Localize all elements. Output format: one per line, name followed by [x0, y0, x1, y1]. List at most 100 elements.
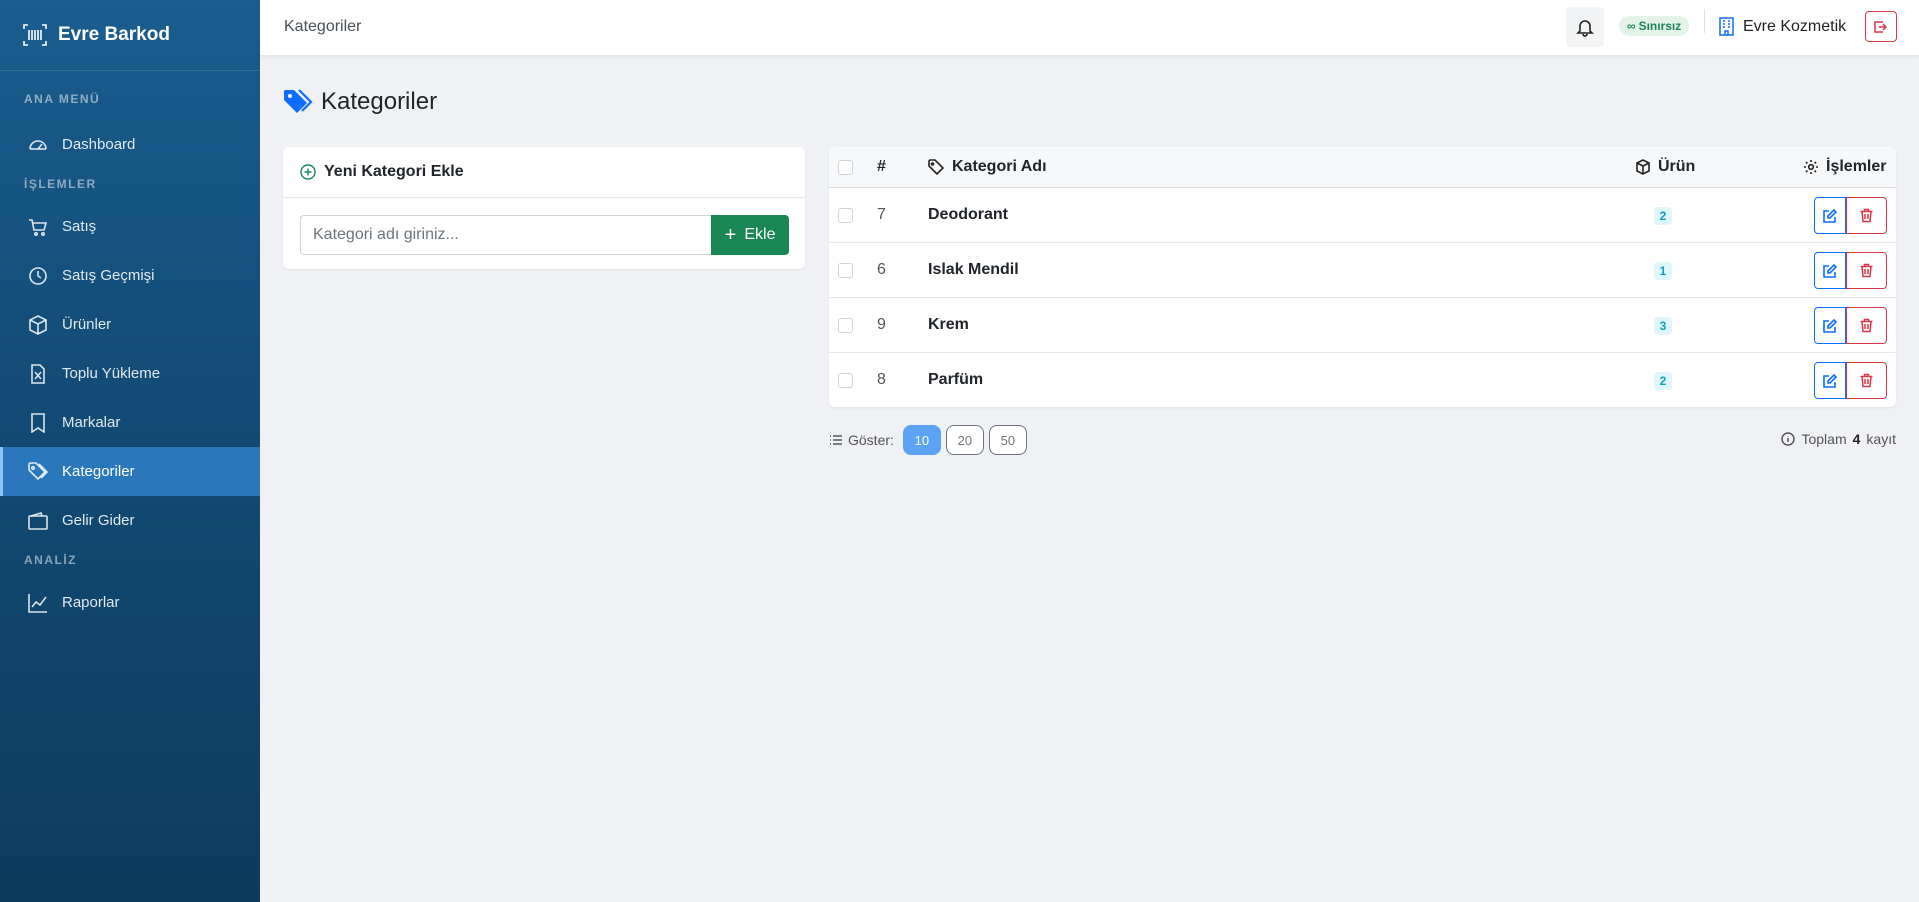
delete-button[interactable]: [1846, 252, 1887, 289]
company-selector[interactable]: Evre Kozmetik: [1718, 17, 1846, 36]
sidebar-item-label: Toplu Yükleme: [62, 365, 161, 382]
total-records: Toplam 4 kayıt: [1781, 431, 1896, 447]
row-id: 9: [877, 316, 886, 333]
column-header-actions-label: İşlemler: [1826, 158, 1887, 175]
barcode-icon: [23, 24, 47, 46]
edit-icon: [1823, 208, 1837, 223]
sidebar-item-label: Gelir Gider: [62, 512, 135, 529]
delete-button[interactable]: [1846, 197, 1887, 234]
product-count-badge: 2: [1654, 372, 1672, 390]
page-size-selector: Göster: 10 20 50: [829, 424, 1027, 456]
sidebar-item-bulk-upload[interactable]: Toplu Yükleme: [0, 349, 260, 398]
categories-table: # Kategori Adı Ürün İşlemler 7 Deodorant…: [829, 147, 1896, 407]
sidebar-item-label: Raporlar: [62, 594, 120, 611]
tags-icon: [28, 461, 48, 480]
building-icon: [1719, 17, 1734, 36]
add-category-header: Yeni Kategori Ekle: [283, 147, 805, 198]
plan-badge-label: Sınırsız: [1638, 19, 1682, 33]
column-header-name[interactable]: Kategori Adı: [928, 158, 1047, 176]
category-name-input[interactable]: [300, 215, 712, 255]
edit-button[interactable]: [1814, 307, 1846, 344]
add-category-title: Yeni Kategori Ekle: [324, 163, 464, 180]
page-size-label: Göster:: [829, 432, 894, 448]
column-header-count[interactable]: Ürün: [1635, 158, 1695, 176]
speedometer-icon: [29, 139, 47, 150]
trash-icon: [1860, 373, 1873, 388]
delete-button[interactable]: [1846, 307, 1887, 344]
add-category-form: + Ekle: [300, 215, 789, 255]
chart-line-icon: [28, 593, 47, 613]
add-category-button[interactable]: + Ekle: [711, 215, 789, 255]
company-name: Evre Kozmetik: [1743, 17, 1847, 35]
sidebar-item-products[interactable]: Ürünler: [0, 300, 260, 349]
table-row[interactable]: 9 Krem 3: [829, 298, 1896, 353]
row-checkbox[interactable]: [838, 318, 853, 333]
table-row[interactable]: 8 Parfüm 2: [829, 353, 1896, 407]
sidebar-item-sales[interactable]: Satış: [0, 202, 260, 251]
edit-icon: [1823, 263, 1837, 278]
sidebar-item-label: Dashboard: [62, 136, 136, 153]
column-header-number: #: [877, 158, 886, 175]
total-count: 4: [1852, 431, 1861, 447]
section-title-analysis: ANALİZ: [24, 553, 77, 567]
sidebar-item-label: Markalar: [62, 414, 121, 431]
sidebar-item-label: Ürünler: [62, 316, 112, 333]
table-row[interactable]: 7 Deodorant 2: [829, 188, 1896, 243]
brand[interactable]: Evre Barkod: [0, 0, 260, 71]
table-header: # Kategori Adı Ürün İşlemler: [829, 147, 1896, 188]
row-name: Deodorant: [928, 206, 1008, 223]
page-size-label-text: Göster:: [848, 432, 894, 448]
wallet-icon: [28, 511, 48, 530]
column-header-actions: İşlemler: [1803, 158, 1886, 176]
edit-button[interactable]: [1814, 252, 1846, 289]
sidebar-item-dashboard[interactable]: Dashboard: [0, 120, 260, 169]
sidebar-item-sales-history[interactable]: Satış Geçmişi: [0, 251, 260, 300]
select-all-checkbox[interactable]: [838, 160, 853, 175]
box-icon: [29, 314, 47, 335]
plus-circle-icon: [300, 164, 316, 180]
table-row[interactable]: 6 Islak Mendil 1: [829, 243, 1896, 298]
row-checkbox[interactable]: [838, 208, 853, 223]
app-name: Evre Barkod: [58, 24, 170, 45]
edit-button[interactable]: [1814, 362, 1846, 399]
page-size-10[interactable]: 10: [902, 425, 941, 455]
trash-icon: [1860, 318, 1873, 333]
breadcrumb: Kategoriler: [284, 18, 362, 35]
row-id: 7: [877, 206, 886, 223]
bell-icon: [1576, 20, 1594, 37]
logout-button[interactable]: [1865, 11, 1897, 42]
row-name: Krem: [928, 316, 969, 333]
row-name: Islak Mendil: [928, 261, 1019, 278]
row-checkbox[interactable]: [838, 263, 853, 278]
page-size-50[interactable]: 50: [988, 425, 1027, 455]
product-count-badge: 2: [1654, 207, 1672, 225]
delete-button[interactable]: [1846, 362, 1887, 399]
edit-icon: [1823, 373, 1837, 388]
notifications-button[interactable]: [1566, 7, 1604, 47]
sidebar-item-label: Satış Geçmişi: [62, 267, 155, 284]
tags-icon: [284, 89, 313, 113]
row-checkbox[interactable]: [838, 373, 853, 388]
page-size-20[interactable]: 20: [945, 425, 984, 455]
clock-icon: [29, 266, 47, 285]
edit-button[interactable]: [1814, 197, 1846, 234]
row-name: Parfüm: [928, 371, 984, 388]
info-icon: [1781, 432, 1796, 446]
sidebar-item-reports[interactable]: Raporlar: [0, 578, 260, 627]
trash-icon: [1860, 263, 1873, 278]
sidebar-item-income-expense[interactable]: Gelir Gider: [0, 496, 260, 545]
box-icon: [1636, 159, 1650, 175]
tag-icon: [928, 159, 944, 175]
sidebar-item-categories[interactable]: Kategoriler: [0, 447, 260, 496]
row-id: 8: [877, 371, 886, 388]
plus-icon: +: [724, 224, 737, 246]
total-suffix: kayıt: [1866, 431, 1896, 447]
sidebar-item-brands[interactable]: Markalar: [0, 398, 260, 447]
section-title-main: ANA MENÜ: [24, 92, 101, 106]
cart-icon: [29, 218, 48, 236]
gear-icon: [1804, 160, 1818, 174]
sidebar-item-label: Satış: [62, 218, 97, 235]
column-header-count-label: Ürün: [1658, 158, 1696, 175]
edit-icon: [1823, 318, 1837, 333]
product-count-badge: 1: [1654, 262, 1672, 280]
